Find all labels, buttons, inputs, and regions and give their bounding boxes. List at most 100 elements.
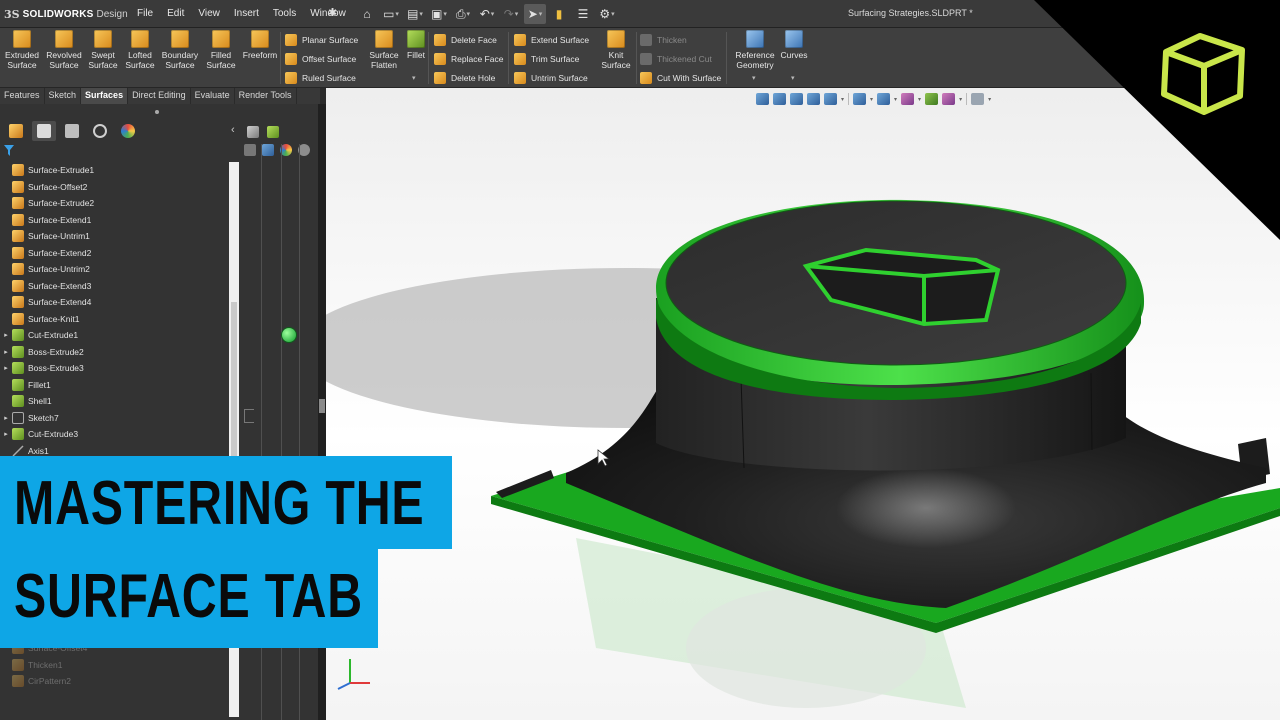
menu-edit[interactable]: Edit xyxy=(160,7,191,21)
menu-tools[interactable]: Tools xyxy=(266,7,303,21)
lofted-surface-button[interactable]: Lofted Surface xyxy=(120,30,160,70)
tree-item[interactable]: Surface-Extrude2 xyxy=(0,195,94,211)
select-arrow-icon[interactable]: ➤ ▾ xyxy=(524,4,546,24)
save-icon[interactable]: ▣ ▾ xyxy=(428,4,450,24)
planar-surface-button[interactable]: Planar Surface xyxy=(285,30,358,49)
display-pane-tab-1[interactable] xyxy=(244,122,262,142)
home-icon[interactable]: ⌂ xyxy=(356,4,378,24)
edit-appearance-icon[interactable] xyxy=(925,93,939,105)
offset-surface-button[interactable]: Offset Surface xyxy=(285,49,358,68)
filled-surface-button[interactable]: Filled Surface xyxy=(201,30,241,70)
tree-item[interactable]: ▸ Sketch7 xyxy=(0,410,59,426)
hide-show-items-icon[interactable] xyxy=(901,93,915,105)
menu-file[interactable]: File xyxy=(130,7,160,21)
ruled-surface-button[interactable]: Ruled Surface xyxy=(285,68,358,87)
expand-arrow-icon[interactable]: ▸ xyxy=(0,331,12,339)
tab-evaluate[interactable]: Evaluate xyxy=(191,88,235,104)
thickened-cut-button[interactable]: Thickened Cut xyxy=(640,49,721,68)
chevron-down-icon[interactable]: ▾ xyxy=(959,96,962,103)
configuration-manager-tab[interactable] xyxy=(60,121,84,141)
expand-arrow-icon[interactable]: ▸ xyxy=(0,414,12,422)
gear-icon[interactable]: ⚙ ▾ xyxy=(596,4,618,24)
curves-button[interactable]: Curves xyxy=(778,30,810,60)
cut-with-surface-button[interactable]: Cut With Surface xyxy=(640,68,721,87)
apply-scene-icon[interactable] xyxy=(942,93,956,105)
extruded-surface-button[interactable]: Extruded Surface xyxy=(2,30,42,70)
tree-item[interactable]: Surface-Offset2 xyxy=(0,179,87,195)
zoom-to-fit-icon[interactable] xyxy=(756,93,769,105)
expand-arrow-icon[interactable]: ▸ xyxy=(0,348,12,356)
replace-face-button[interactable]: Replace Face xyxy=(434,49,503,68)
expand-arrow-icon[interactable]: ▸ xyxy=(0,430,12,438)
delete-hole-button[interactable]: Delete Hole xyxy=(434,68,503,87)
rebuild-icon[interactable]: ▮ xyxy=(548,4,570,24)
trim-surface-button[interactable]: Trim Surface xyxy=(514,49,589,68)
tree-item[interactable]: Surface-Extend1 xyxy=(0,212,91,228)
collapse-arrow-icon[interactable]: ‹ xyxy=(231,124,235,136)
chevron-down-icon[interactable]: ▾ xyxy=(988,96,991,103)
property-manager-tab[interactable] xyxy=(32,121,56,141)
dynamic-annotation-icon[interactable] xyxy=(824,93,837,105)
tab-render-tools[interactable]: Render Tools xyxy=(235,88,297,104)
options-icon[interactable]: ☰ xyxy=(572,4,594,24)
extend-surface-button[interactable]: Extend Surface xyxy=(514,30,589,49)
thicken-button[interactable]: Thicken xyxy=(640,30,721,49)
tree-item[interactable]: ▸ Cut-Extrude3 xyxy=(0,426,78,442)
display-manager-tab[interactable] xyxy=(116,121,140,141)
tree-item-suppressed[interactable]: Thicken1 xyxy=(0,657,63,673)
chevron-down-icon[interactable]: ▾ xyxy=(918,96,921,103)
reference-geometry-button[interactable]: Reference Geometry xyxy=(732,30,778,70)
chevron-down-icon[interactable]: ▾ xyxy=(841,96,844,103)
view-settings-icon[interactable] xyxy=(971,93,985,105)
tab-direct-editing[interactable]: Direct Editing xyxy=(128,88,191,104)
freeform-button[interactable]: Freeform xyxy=(240,30,280,60)
scrollbar-thumb[interactable] xyxy=(231,302,237,462)
tree-item[interactable]: Surface-Extrude1 xyxy=(0,162,94,178)
view-orientation-icon[interactable] xyxy=(853,93,867,105)
swept-surface-button[interactable]: Swept Surface xyxy=(83,30,123,70)
filter-icon[interactable] xyxy=(4,145,14,156)
tree-item[interactable]: Surface-Extend2 xyxy=(0,245,91,261)
pin-menu-icon[interactable]: ✱ xyxy=(328,6,337,19)
print-icon[interactable]: ⎙ ▾ xyxy=(452,4,474,24)
tree-item[interactable]: ▸ Boss-Extrude2 xyxy=(0,344,84,360)
splitter-handle[interactable] xyxy=(319,399,325,413)
menu-insert[interactable]: Insert xyxy=(227,7,266,21)
tab-sketch[interactable]: Sketch xyxy=(45,88,82,104)
revolved-surface-button[interactable]: Revolved Surface xyxy=(44,30,84,70)
tree-item[interactable]: ▸ Boss-Extrude3 xyxy=(0,360,84,376)
tree-item[interactable]: Surface-Knit1 xyxy=(0,311,80,327)
untrim-surface-button[interactable]: Untrim Surface xyxy=(514,68,589,87)
previous-view-icon[interactable] xyxy=(790,93,803,105)
tree-item[interactable]: Surface-Extend4 xyxy=(0,294,91,310)
open-folder-icon[interactable]: ▤ ▾ xyxy=(404,4,426,24)
feature-manager-tab[interactable] xyxy=(4,121,28,141)
menu-view[interactable]: View xyxy=(191,7,227,21)
tab-surfaces[interactable]: Surfaces xyxy=(81,88,129,104)
curves-dropdown-icon[interactable]: ▾ xyxy=(791,74,795,82)
knit-surface-button[interactable]: Knit Surface xyxy=(596,30,636,70)
tab-features[interactable]: Features xyxy=(0,88,45,104)
tree-item[interactable]: Fillet1 xyxy=(0,377,51,393)
tree-item[interactable]: Surface-Extend3 xyxy=(0,278,91,294)
dimxpert-tab[interactable] xyxy=(88,121,112,141)
display-pane-tab-2[interactable] xyxy=(264,122,282,142)
zoom-to-area-icon[interactable] xyxy=(773,93,786,105)
reference-geometry-dropdown-icon[interactable]: ▾ xyxy=(752,74,756,82)
delete-face-button[interactable]: Delete Face xyxy=(434,30,503,49)
tree-item[interactable]: Surface-Untrim2 xyxy=(0,261,90,277)
tree-item[interactable]: Surface-Untrim1 xyxy=(0,228,90,244)
chevron-down-icon[interactable]: ▾ xyxy=(870,96,873,103)
fillet-dropdown-icon[interactable]: ▾ xyxy=(412,74,416,82)
boundary-surface-button[interactable]: Boundary Surface xyxy=(160,30,200,70)
tree-item-suppressed[interactable]: CirPattern2 xyxy=(0,673,71,689)
tree-item[interactable]: Shell1 xyxy=(0,393,52,409)
solidworks-logo[interactable]: 3S SOLIDWORKS Design xyxy=(4,7,128,21)
tree-item[interactable]: ▸ Cut-Extrude1 xyxy=(0,327,78,343)
expand-arrow-icon[interactable]: ▸ xyxy=(0,364,12,372)
appearance-status-dot[interactable] xyxy=(282,328,296,342)
new-document-icon[interactable]: ▭ ▾ xyxy=(380,4,402,24)
chevron-down-icon[interactable]: ▾ xyxy=(894,96,897,103)
section-view-icon[interactable] xyxy=(807,93,820,105)
panel-grip-icon[interactable] xyxy=(155,110,159,114)
